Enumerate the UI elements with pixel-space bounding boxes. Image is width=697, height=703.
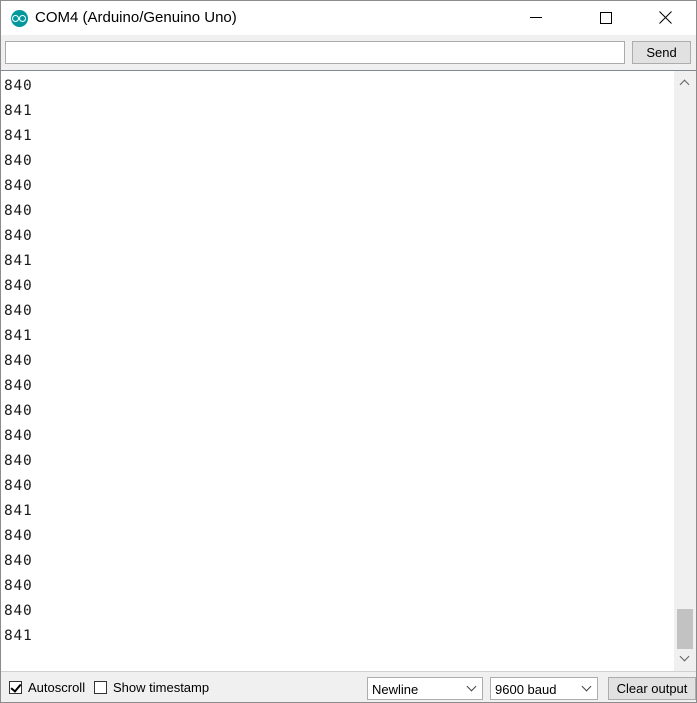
output-line: 841 [4,253,33,269]
output-line: 840 [4,278,33,294]
title-bar: COM4 (Arduino/Genuino Uno) [1,1,696,35]
line-ending-select[interactable]: Newline [367,677,483,700]
serial-output[interactable]: 840 841 841 840 840 840 840 841 840 840 841 840 840 8… [1,70,674,671]
close-icon [659,11,672,24]
output-lines: 840 841 841 840 840 840 840 841 840 840 841 840 840 8… [1,71,674,649]
show-timestamp-label[interactable]: Show timestamp [113,680,209,695]
autoscroll-label[interactable]: Autoscroll [28,680,85,695]
output-line: 841 [4,503,33,519]
checkmark-icon [10,681,22,693]
chevron-up-icon [679,79,690,90]
line-ending-value: Newline [372,682,419,697]
output-line: 841 [4,328,33,344]
output-line: 840 [4,453,33,469]
chevron-down-icon [581,681,592,692]
output-line: 840 [4,303,33,319]
output-line: 840 [4,553,33,569]
output-line: 840 [4,578,33,594]
arduino-logo-icon [11,10,28,27]
output-line: 840 [4,78,33,94]
minimize-button[interactable] [513,1,559,35]
vertical-scrollbar[interactable] [674,70,696,671]
scroll-down-button[interactable] [674,649,696,669]
output-line: 841 [4,128,33,144]
show-timestamp-checkbox[interactable] [94,681,107,694]
baud-rate-value: 9600 baud [495,682,557,697]
output-line: 840 [4,528,33,544]
chevron-down-icon [466,681,477,692]
output-line: 841 [4,628,33,644]
output-line: 840 [4,353,33,369]
scroll-up-button[interactable] [674,73,696,93]
output-line: 840 [4,203,33,219]
output-line: 840 [4,603,33,619]
maximize-button[interactable] [583,1,629,35]
output-line: 841 [4,103,33,119]
serial-input[interactable] [5,41,625,64]
minimize-icon [530,17,542,18]
chevron-down-icon [679,651,690,662]
output-line: 840 [4,428,33,444]
baud-rate-select[interactable]: 9600 baud [490,677,598,700]
window-title: COM4 (Arduino/Genuino Uno) [35,9,237,26]
output-line: 840 [4,153,33,169]
maximize-icon [600,12,612,24]
output-line: 840 [4,378,33,394]
output-line: 840 [4,403,33,419]
output-line: 840 [4,228,33,244]
output-line: 840 [4,178,33,194]
close-button[interactable] [642,1,688,35]
send-button[interactable]: Send [632,41,691,64]
clear-output-button[interactable]: Clear output [608,677,696,700]
send-bar: Send [1,35,696,70]
footer-bar: Autoscroll Show timestamp Newline 9600 b… [1,671,696,702]
serial-monitor-window: COM4 (Arduino/Genuino Uno) Send 840 841 84… [0,0,697,703]
scrollbar-thumb[interactable] [677,609,693,649]
output-line: 840 [4,478,33,494]
autoscroll-checkbox[interactable] [9,681,22,694]
